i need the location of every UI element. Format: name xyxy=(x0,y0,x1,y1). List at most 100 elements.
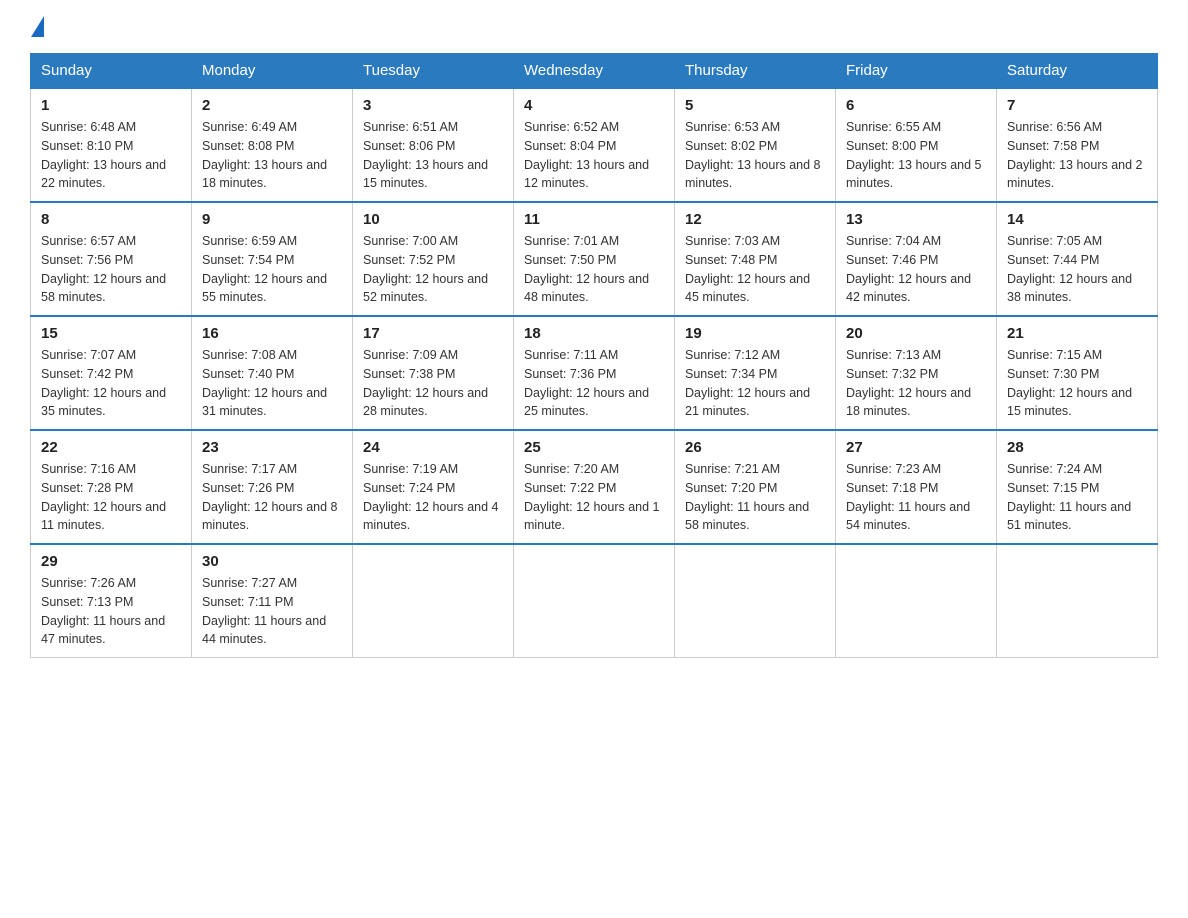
calendar-cell xyxy=(675,544,836,658)
calendar-cell: 13 Sunrise: 7:04 AM Sunset: 7:46 PM Dayl… xyxy=(836,202,997,316)
day-info: Sunrise: 6:57 AM Sunset: 7:56 PM Dayligh… xyxy=(41,232,181,307)
day-number: 25 xyxy=(524,439,664,456)
weekday-header-cell: Friday xyxy=(836,54,997,89)
calendar-cell: 26 Sunrise: 7:21 AM Sunset: 7:20 PM Dayl… xyxy=(675,430,836,544)
calendar-cell: 18 Sunrise: 7:11 AM Sunset: 7:36 PM Dayl… xyxy=(514,316,675,430)
day-info: Sunrise: 7:13 AM Sunset: 7:32 PM Dayligh… xyxy=(846,346,986,421)
day-number: 18 xyxy=(524,325,664,342)
calendar-cell: 1 Sunrise: 6:48 AM Sunset: 8:10 PM Dayli… xyxy=(31,88,192,202)
calendar-cell: 16 Sunrise: 7:08 AM Sunset: 7:40 PM Dayl… xyxy=(192,316,353,430)
day-info: Sunrise: 7:21 AM Sunset: 7:20 PM Dayligh… xyxy=(685,460,825,535)
calendar-cell xyxy=(514,544,675,658)
day-info: Sunrise: 7:07 AM Sunset: 7:42 PM Dayligh… xyxy=(41,346,181,421)
day-number: 29 xyxy=(41,553,181,570)
day-info: Sunrise: 7:24 AM Sunset: 7:15 PM Dayligh… xyxy=(1007,460,1147,535)
day-info: Sunrise: 7:11 AM Sunset: 7:36 PM Dayligh… xyxy=(524,346,664,421)
calendar-cell: 25 Sunrise: 7:20 AM Sunset: 7:22 PM Dayl… xyxy=(514,430,675,544)
calendar-body: 1 Sunrise: 6:48 AM Sunset: 8:10 PM Dayli… xyxy=(31,88,1158,658)
day-info: Sunrise: 6:53 AM Sunset: 8:02 PM Dayligh… xyxy=(685,118,825,193)
calendar-week-row: 15 Sunrise: 7:07 AM Sunset: 7:42 PM Dayl… xyxy=(31,316,1158,430)
day-info: Sunrise: 7:04 AM Sunset: 7:46 PM Dayligh… xyxy=(846,232,986,307)
day-number: 14 xyxy=(1007,211,1147,228)
day-number: 12 xyxy=(685,211,825,228)
day-number: 7 xyxy=(1007,97,1147,114)
day-info: Sunrise: 7:03 AM Sunset: 7:48 PM Dayligh… xyxy=(685,232,825,307)
calendar-cell: 2 Sunrise: 6:49 AM Sunset: 8:08 PM Dayli… xyxy=(192,88,353,202)
day-number: 21 xyxy=(1007,325,1147,342)
calendar-cell: 4 Sunrise: 6:52 AM Sunset: 8:04 PM Dayli… xyxy=(514,88,675,202)
day-number: 28 xyxy=(1007,439,1147,456)
day-info: Sunrise: 6:49 AM Sunset: 8:08 PM Dayligh… xyxy=(202,118,342,193)
calendar-week-row: 29 Sunrise: 7:26 AM Sunset: 7:13 PM Dayl… xyxy=(31,544,1158,658)
calendar-cell: 24 Sunrise: 7:19 AM Sunset: 7:24 PM Dayl… xyxy=(353,430,514,544)
day-number: 30 xyxy=(202,553,342,570)
calendar-cell: 21 Sunrise: 7:15 AM Sunset: 7:30 PM Dayl… xyxy=(997,316,1158,430)
day-info: Sunrise: 7:16 AM Sunset: 7:28 PM Dayligh… xyxy=(41,460,181,535)
day-info: Sunrise: 6:52 AM Sunset: 8:04 PM Dayligh… xyxy=(524,118,664,193)
weekday-header-cell: Wednesday xyxy=(514,54,675,89)
day-info: Sunrise: 6:48 AM Sunset: 8:10 PM Dayligh… xyxy=(41,118,181,193)
day-info: Sunrise: 7:15 AM Sunset: 7:30 PM Dayligh… xyxy=(1007,346,1147,421)
day-info: Sunrise: 7:27 AM Sunset: 7:11 PM Dayligh… xyxy=(202,574,342,649)
weekday-header-cell: Monday xyxy=(192,54,353,89)
calendar-week-row: 8 Sunrise: 6:57 AM Sunset: 7:56 PM Dayli… xyxy=(31,202,1158,316)
day-number: 5 xyxy=(685,97,825,114)
day-number: 24 xyxy=(363,439,503,456)
day-number: 22 xyxy=(41,439,181,456)
day-number: 13 xyxy=(846,211,986,228)
calendar-cell: 9 Sunrise: 6:59 AM Sunset: 7:54 PM Dayli… xyxy=(192,202,353,316)
calendar-cell: 12 Sunrise: 7:03 AM Sunset: 7:48 PM Dayl… xyxy=(675,202,836,316)
day-info: Sunrise: 6:59 AM Sunset: 7:54 PM Dayligh… xyxy=(202,232,342,307)
logo xyxy=(30,20,44,37)
day-number: 3 xyxy=(363,97,503,114)
day-info: Sunrise: 6:51 AM Sunset: 8:06 PM Dayligh… xyxy=(363,118,503,193)
day-info: Sunrise: 7:05 AM Sunset: 7:44 PM Dayligh… xyxy=(1007,232,1147,307)
day-info: Sunrise: 7:26 AM Sunset: 7:13 PM Dayligh… xyxy=(41,574,181,649)
day-number: 23 xyxy=(202,439,342,456)
day-info: Sunrise: 7:17 AM Sunset: 7:26 PM Dayligh… xyxy=(202,460,342,535)
day-number: 4 xyxy=(524,97,664,114)
calendar-week-row: 1 Sunrise: 6:48 AM Sunset: 8:10 PM Dayli… xyxy=(31,88,1158,202)
day-info: Sunrise: 7:20 AM Sunset: 7:22 PM Dayligh… xyxy=(524,460,664,535)
calendar-cell xyxy=(997,544,1158,658)
calendar-cell: 15 Sunrise: 7:07 AM Sunset: 7:42 PM Dayl… xyxy=(31,316,192,430)
calendar-cell: 6 Sunrise: 6:55 AM Sunset: 8:00 PM Dayli… xyxy=(836,88,997,202)
day-info: Sunrise: 6:56 AM Sunset: 7:58 PM Dayligh… xyxy=(1007,118,1147,193)
day-number: 8 xyxy=(41,211,181,228)
day-number: 16 xyxy=(202,325,342,342)
calendar-cell: 8 Sunrise: 6:57 AM Sunset: 7:56 PM Dayli… xyxy=(31,202,192,316)
day-number: 26 xyxy=(685,439,825,456)
calendar-cell xyxy=(353,544,514,658)
day-number: 19 xyxy=(685,325,825,342)
day-info: Sunrise: 7:23 AM Sunset: 7:18 PM Dayligh… xyxy=(846,460,986,535)
day-number: 15 xyxy=(41,325,181,342)
calendar-cell: 14 Sunrise: 7:05 AM Sunset: 7:44 PM Dayl… xyxy=(997,202,1158,316)
calendar-table: SundayMondayTuesdayWednesdayThursdayFrid… xyxy=(30,53,1158,658)
calendar-cell: 17 Sunrise: 7:09 AM Sunset: 7:38 PM Dayl… xyxy=(353,316,514,430)
day-info: Sunrise: 7:00 AM Sunset: 7:52 PM Dayligh… xyxy=(363,232,503,307)
day-number: 17 xyxy=(363,325,503,342)
weekday-header-cell: Sunday xyxy=(31,54,192,89)
calendar-cell xyxy=(836,544,997,658)
calendar-cell: 19 Sunrise: 7:12 AM Sunset: 7:34 PM Dayl… xyxy=(675,316,836,430)
day-info: Sunrise: 7:12 AM Sunset: 7:34 PM Dayligh… xyxy=(685,346,825,421)
day-number: 9 xyxy=(202,211,342,228)
calendar-cell: 30 Sunrise: 7:27 AM Sunset: 7:11 PM Dayl… xyxy=(192,544,353,658)
day-number: 11 xyxy=(524,211,664,228)
weekday-header-row: SundayMondayTuesdayWednesdayThursdayFrid… xyxy=(31,54,1158,89)
calendar-cell: 20 Sunrise: 7:13 AM Sunset: 7:32 PM Dayl… xyxy=(836,316,997,430)
calendar-week-row: 22 Sunrise: 7:16 AM Sunset: 7:28 PM Dayl… xyxy=(31,430,1158,544)
day-info: Sunrise: 7:09 AM Sunset: 7:38 PM Dayligh… xyxy=(363,346,503,421)
logo-triangle-icon xyxy=(31,16,44,37)
calendar-cell: 23 Sunrise: 7:17 AM Sunset: 7:26 PM Dayl… xyxy=(192,430,353,544)
day-info: Sunrise: 7:01 AM Sunset: 7:50 PM Dayligh… xyxy=(524,232,664,307)
day-number: 27 xyxy=(846,439,986,456)
calendar-cell: 22 Sunrise: 7:16 AM Sunset: 7:28 PM Dayl… xyxy=(31,430,192,544)
day-number: 10 xyxy=(363,211,503,228)
weekday-header-cell: Thursday xyxy=(675,54,836,89)
weekday-header-cell: Tuesday xyxy=(353,54,514,89)
calendar-cell: 10 Sunrise: 7:00 AM Sunset: 7:52 PM Dayl… xyxy=(353,202,514,316)
day-number: 2 xyxy=(202,97,342,114)
weekday-header-cell: Saturday xyxy=(997,54,1158,89)
calendar-cell: 29 Sunrise: 7:26 AM Sunset: 7:13 PM Dayl… xyxy=(31,544,192,658)
